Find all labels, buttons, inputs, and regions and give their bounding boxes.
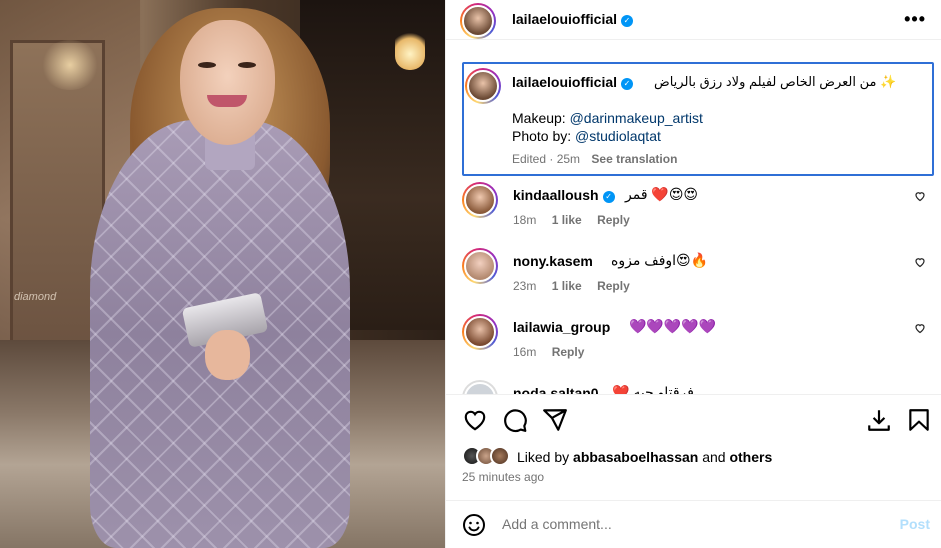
photo-label: Photo by: <box>512 128 572 144</box>
caption-arabic-text: من العرض الخاص لفيلم ولاد رزق بالرياض ✨ <box>654 74 897 89</box>
comment-meta: 16m Reply <box>513 345 596 359</box>
save-icon[interactable] <box>906 407 932 433</box>
comment-meta: 23m 1 like Reply <box>513 279 642 293</box>
comment-time[interactable]: 18m <box>513 213 536 227</box>
comment: kindaalloush ✓ قمر ❤️😍😍 18m 1 like Reply <box>462 182 934 244</box>
liker-avatar <box>490 446 510 466</box>
author-username[interactable]: lailaelouiofficial ✓ <box>512 11 634 27</box>
comment-username[interactable]: noda.saltan0 <box>513 385 599 394</box>
comment-meta: 18m 1 like Reply <box>513 213 642 227</box>
caption-photo-line: Photo by: @studiolaqtat <box>512 128 661 144</box>
small-heart-icon[interactable] <box>914 322 926 334</box>
more-icon[interactable]: ••• <box>904 10 926 28</box>
add-comment-input[interactable] <box>502 516 882 532</box>
share-icon[interactable] <box>542 407 568 433</box>
post-timestamp[interactable]: 25 minutes ago <box>462 470 544 484</box>
post-header: lailaelouiofficial ✓ ••• <box>446 0 941 40</box>
liked-by-text: Liked by abbasaboelhassan and others <box>517 449 773 465</box>
comment-time[interactable]: 16m <box>513 345 536 359</box>
photo-handle-link[interactable]: @studiolaqtat <box>575 128 661 144</box>
photo-eye <box>238 62 256 68</box>
reply-button[interactable]: Reply <box>597 279 630 293</box>
photo-lamp <box>395 30 425 70</box>
comment-username[interactable]: lailawia_group <box>513 319 610 335</box>
photo-face <box>180 20 275 145</box>
comment: lailawia_group 💜💜💜💜💜 16m Reply <box>462 314 934 376</box>
verified-icon: ✓ <box>602 191 615 203</box>
author-avatar[interactable] <box>460 3 496 39</box>
edited-label: Edited <box>512 152 547 166</box>
photo-watermark: diamond <box>14 291 57 303</box>
verified-icon: ✓ <box>621 15 634 27</box>
caption-username[interactable]: lailaelouiofficial ✓ <box>512 74 634 90</box>
liked-by-others-link[interactable]: others <box>729 449 772 465</box>
comment-text: قمر ❤️😍😍 <box>625 186 699 202</box>
comment-avatar[interactable] <box>462 248 498 284</box>
comments-scroll[interactable]: lailaelouiofficial ✓ من العرض الخاص لفيلم… <box>446 58 941 394</box>
liked-by-user-link[interactable]: abbasaboelhassan <box>573 449 698 465</box>
heart-icon[interactable] <box>462 407 488 433</box>
makeup-label: Makeup: <box>512 110 566 126</box>
action-bar <box>446 394 941 444</box>
comment: noda.saltan0 ❤️ فرقتاو جيه <box>462 380 934 394</box>
caption-meta: Edited · 25m See translation <box>512 152 678 166</box>
photo-hand <box>205 330 250 380</box>
comment-text: اوفف مزوه😍🔥 <box>611 252 709 268</box>
caption-time[interactable]: 25m <box>557 152 580 166</box>
comment: nony.kasem اوفف مزوه😍🔥 23m 1 like Reply <box>462 248 934 310</box>
comment-text: ❤️ فرقتاو جيه <box>612 384 694 394</box>
see-translation-link[interactable]: See translation <box>591 152 677 166</box>
post-side-panel: lailaelouiofficial ✓ ••• lailaelouioffici… <box>445 0 941 548</box>
comment-time[interactable]: 23m <box>513 279 536 293</box>
comment-avatar[interactable] <box>462 314 498 350</box>
comment-username[interactable]: kindaalloush ✓ <box>513 187 615 203</box>
comment-icon[interactable] <box>502 407 528 433</box>
verified-icon: ✓ <box>621 78 634 90</box>
photo-mouth <box>207 95 247 107</box>
small-heart-icon[interactable] <box>914 190 926 202</box>
photo-eye <box>198 62 216 68</box>
comment-text: 💜💜💜💜💜 <box>629 318 717 334</box>
photo-light <box>40 40 100 90</box>
comment-likes[interactable]: 1 like <box>552 279 582 293</box>
small-heart-icon[interactable] <box>914 256 926 268</box>
comment-avatar[interactable] <box>462 380 498 394</box>
caption: lailaelouiofficial ✓ من العرض الخاص لفيلم… <box>462 62 934 176</box>
comment-likes[interactable]: 1 like <box>552 213 582 227</box>
emoji-icon[interactable] <box>462 513 486 537</box>
post-button[interactable]: Post <box>900 516 930 532</box>
caption-avatar[interactable] <box>465 68 501 104</box>
comment-username[interactable]: nony.kasem <box>513 253 593 269</box>
caption-makeup-line: Makeup: @darinmakeup_artist <box>512 110 703 126</box>
download-icon[interactable] <box>866 407 892 433</box>
comment-avatar[interactable] <box>462 182 498 218</box>
reply-button[interactable]: Reply <box>552 345 585 359</box>
reply-button[interactable]: Reply <box>597 213 630 227</box>
makeup-handle-link[interactable]: @darinmakeup_artist <box>570 110 703 126</box>
add-comment-bar: Post <box>446 500 941 548</box>
post-photo[interactable]: diamond <box>0 0 445 548</box>
